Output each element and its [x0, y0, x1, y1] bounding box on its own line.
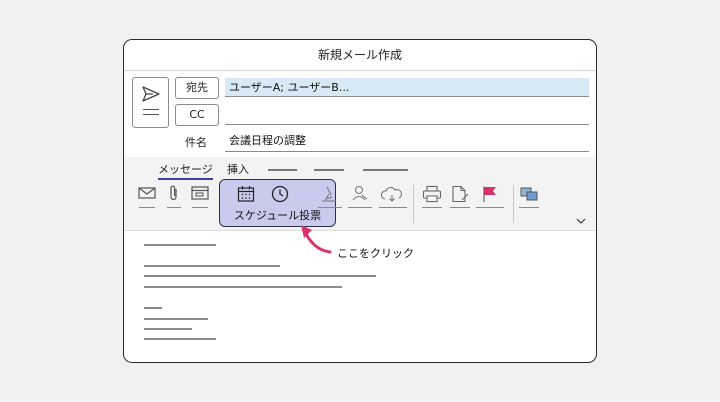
window-title: 新規メール作成: [124, 40, 596, 71]
translate-tool-button[interactable]: [519, 185, 539, 209]
attach-tool-button[interactable]: [167, 185, 181, 209]
pen-icon: [322, 186, 336, 202]
body-text-line: [144, 338, 216, 340]
body-text-line: [144, 265, 280, 267]
to-field[interactable]: ユーザーA; ユーザーB...: [225, 78, 589, 97]
body-text-line: [144, 275, 376, 277]
click-here-label: ここをクリック: [337, 247, 414, 260]
flag-icon: [483, 186, 496, 202]
annotation-arrow: [301, 225, 332, 254]
flag-tool-button[interactable]: [476, 185, 504, 209]
tab-message[interactable]: メッセージ: [158, 161, 213, 180]
translate-icon: [520, 187, 538, 201]
schedule-poll-label: スケジュール投票: [233, 209, 322, 222]
send-icon: [142, 86, 160, 102]
tab-placeholder[interactable]: [363, 169, 408, 171]
card-tool-button[interactable]: [191, 185, 209, 209]
cc-button[interactable]: CC: [175, 104, 219, 126]
body-text-line: [144, 244, 216, 246]
cloud-icon: [380, 187, 403, 202]
body-text-line: [144, 328, 192, 330]
print-icon: [422, 185, 442, 203]
mail-tool-button[interactable]: [138, 185, 156, 209]
print-tool-button[interactable]: [422, 185, 442, 209]
person-tool-button[interactable]: [348, 185, 372, 209]
pen-tool-button[interactable]: [318, 185, 342, 209]
subject-label: 件名: [185, 136, 207, 149]
tab-insert[interactable]: 挿入: [227, 161, 249, 177]
body-text-line: [144, 307, 162, 309]
send-button[interactable]: [132, 77, 169, 128]
mail-icon: [138, 187, 156, 199]
attach-icon: [170, 185, 177, 201]
body-text-line: [144, 286, 342, 288]
ribbon-divider: [513, 185, 514, 223]
person-icon: [352, 185, 368, 201]
compose-window: 新規メール作成 宛先 CC ユーザーA; ユーザーB... 件名 会議日程の調整…: [123, 39, 597, 363]
calendar-icon: [237, 186, 255, 202]
cc-field[interactable]: [225, 104, 589, 125]
chevron-down-icon[interactable]: [576, 218, 586, 225]
send-label-placeholder: [143, 109, 159, 119]
body-text-line: [144, 318, 208, 320]
document-tool-button[interactable]: [450, 185, 470, 209]
ribbon: メッセージ 挿入 スケジュール投票: [124, 157, 596, 231]
tab-placeholder[interactable]: [314, 169, 344, 171]
subject-field[interactable]: 会議日程の調整: [225, 131, 589, 152]
document-icon: [452, 185, 469, 203]
ribbon-divider: [413, 185, 414, 223]
card-icon: [191, 186, 209, 200]
tab-placeholder[interactable]: [268, 169, 297, 171]
to-button[interactable]: 宛先: [175, 77, 219, 99]
clock-icon: [271, 185, 289, 203]
cloud-tool-button[interactable]: [379, 185, 407, 209]
